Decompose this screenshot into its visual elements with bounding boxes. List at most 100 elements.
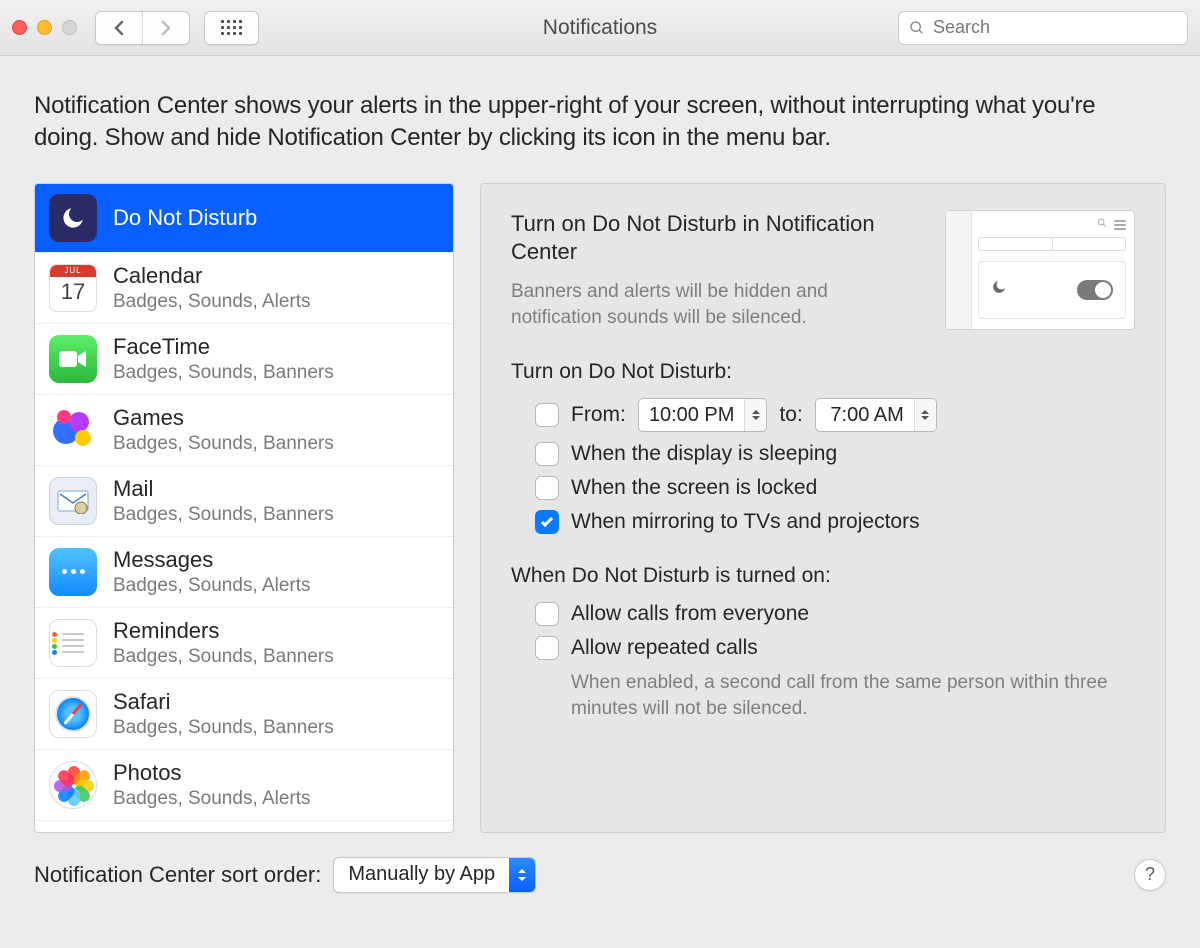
app-subtitle: Badges, Sounds, Alerts xyxy=(113,788,311,810)
when-sleeping-label: When the display is sleeping xyxy=(571,442,837,466)
titlebar: Notifications xyxy=(0,0,1200,56)
traffic-lights xyxy=(12,20,77,35)
moon-icon xyxy=(49,194,97,242)
window-title: Notifications xyxy=(543,16,657,40)
search-icon xyxy=(1096,217,1108,229)
help-button[interactable]: ? xyxy=(1134,859,1166,891)
list-icon xyxy=(1114,218,1126,228)
moon-icon xyxy=(991,279,1007,300)
when-locked-checkbox[interactable] xyxy=(535,476,559,500)
allow-everyone-checkbox[interactable] xyxy=(535,602,559,626)
window-close-button[interactable] xyxy=(12,20,27,35)
chevron-down-icon xyxy=(751,415,761,421)
app-item-safari[interactable]: Safari Badges, Sounds, Banners xyxy=(35,679,453,750)
option-when-mirroring: When mirroring to TVs and projectors xyxy=(535,510,1135,534)
select-arrows xyxy=(509,858,535,892)
app-subtitle: Badges, Sounds, Alerts xyxy=(113,291,311,313)
allow-repeated-label: Allow repeated calls xyxy=(571,636,758,660)
chevron-right-icon xyxy=(160,20,172,36)
messages-icon xyxy=(49,548,97,596)
app-name: Do Not Disturb xyxy=(113,205,257,231)
app-name: Safari xyxy=(113,689,334,715)
app-item-messages[interactable]: Messages Badges, Sounds, Alerts xyxy=(35,537,453,608)
when-mirroring-label: When mirroring to TVs and projectors xyxy=(571,510,920,534)
option-when-sleeping: When the display is sleeping xyxy=(535,442,1135,466)
app-name: Reminders xyxy=(113,618,334,644)
grid-icon xyxy=(221,20,242,35)
panel-heading: Turn on Do Not Disturb in Notification C… xyxy=(511,210,921,267)
app-name: Messages xyxy=(113,547,311,573)
app-item-photos[interactable]: Photos Badges, Sounds, Alerts xyxy=(35,750,453,821)
app-subtitle: Badges, Sounds, Banners xyxy=(113,504,334,526)
to-time-stepper[interactable]: 7:00 AM xyxy=(815,398,937,432)
facetime-icon xyxy=(49,335,97,383)
calendar-icon: JUL 17 xyxy=(49,264,97,312)
search-input[interactable] xyxy=(933,17,1177,38)
allow-everyone-label: Allow calls from everyone xyxy=(571,602,809,626)
from-time-value: 10:00 PM xyxy=(639,404,745,427)
app-item-facetime[interactable]: FaceTime Badges, Sounds, Banners xyxy=(35,324,453,395)
when-on-section-title: When Do Not Disturb is turned on: xyxy=(511,564,1135,588)
panel-subheading: Banners and alerts will be hidden and no… xyxy=(511,279,921,330)
app-item-mail[interactable]: Mail Badges, Sounds, Banners xyxy=(35,466,453,537)
schedule-from-checkbox[interactable] xyxy=(535,403,559,427)
app-item-do-not-disturb[interactable]: Do Not Disturb xyxy=(35,184,453,253)
app-list[interactable]: Do Not Disturb JUL 17 Calendar Badges, S… xyxy=(34,183,454,833)
to-time-value: 7:00 AM xyxy=(816,404,914,427)
back-button[interactable] xyxy=(96,12,142,44)
photos-icon xyxy=(49,761,97,809)
main-panels: Do Not Disturb JUL 17 Calendar Badges, S… xyxy=(34,183,1166,833)
schedule-section-title: Turn on Do Not Disturb: xyxy=(511,360,1135,384)
stepper-arrows[interactable] xyxy=(744,399,766,431)
panel-header: Turn on Do Not Disturb in Notification C… xyxy=(511,210,1135,330)
when-sleeping-checkbox[interactable] xyxy=(535,442,559,466)
checkmark-icon xyxy=(539,514,555,530)
forward-button[interactable] xyxy=(142,12,189,44)
safari-icon xyxy=(49,690,97,738)
window-minimize-button[interactable] xyxy=(37,20,52,35)
allow-repeated-hint: When enabled, a second call from the sam… xyxy=(571,670,1135,721)
toggle-icon xyxy=(1077,280,1113,300)
footer: Notification Center sort order: Manually… xyxy=(0,833,1200,893)
show-all-prefs-button[interactable] xyxy=(204,11,259,45)
app-item-games[interactable]: Games Badges, Sounds, Banners xyxy=(35,395,453,466)
app-name: Games xyxy=(113,405,334,431)
when-mirroring-checkbox[interactable] xyxy=(535,510,559,534)
content-area: Notification Center shows your alerts in… xyxy=(0,56,1200,833)
when-locked-label: When the screen is locked xyxy=(571,476,817,500)
nav-segmented-control xyxy=(95,11,190,45)
intro-text: Notification Center shows your alerts in… xyxy=(34,90,1166,155)
app-subtitle: Badges, Sounds, Banners xyxy=(113,717,334,739)
app-name: FaceTime xyxy=(113,334,334,360)
chevron-down-icon xyxy=(517,876,527,882)
allow-repeated-checkbox[interactable] xyxy=(535,636,559,660)
app-name: Calendar xyxy=(113,263,311,289)
stepper-arrows[interactable] xyxy=(914,399,936,431)
sort-order-select[interactable]: Manually by App xyxy=(333,857,536,893)
chevron-down-icon xyxy=(920,415,930,421)
app-item-reminders[interactable]: Reminders Badges, Sounds, Banners xyxy=(35,608,453,679)
app-name: Mail xyxy=(113,476,334,502)
chevron-left-icon xyxy=(113,20,125,36)
reminders-icon xyxy=(49,619,97,667)
mail-icon xyxy=(49,477,97,525)
app-subtitle: Badges, Sounds, Alerts xyxy=(113,575,311,597)
app-item-calendar[interactable]: JUL 17 Calendar Badges, Sounds, Alerts xyxy=(35,253,453,324)
to-label: to: xyxy=(779,403,802,427)
dnd-settings-panel: Turn on Do Not Disturb in Notification C… xyxy=(480,183,1166,833)
window-zoom-button[interactable] xyxy=(62,20,77,35)
schedule-from-row: From: 10:00 PM to: 7:00 AM xyxy=(535,398,1135,432)
search-icon xyxy=(909,20,925,36)
sort-order-value: Manually by App xyxy=(334,858,509,892)
option-when-locked: When the screen is locked xyxy=(535,476,1135,500)
app-name: Photos xyxy=(113,760,311,786)
game-center-icon xyxy=(49,406,97,454)
sort-order-label: Notification Center sort order: xyxy=(34,862,321,888)
search-field[interactable] xyxy=(898,11,1188,45)
from-label: From: xyxy=(571,403,626,427)
app-subtitle: Badges, Sounds, Banners xyxy=(113,362,334,384)
chevron-up-icon xyxy=(517,868,527,874)
app-subtitle: Badges, Sounds, Banners xyxy=(113,646,334,668)
from-time-stepper[interactable]: 10:00 PM xyxy=(638,398,768,432)
notification-center-preview xyxy=(945,210,1135,330)
